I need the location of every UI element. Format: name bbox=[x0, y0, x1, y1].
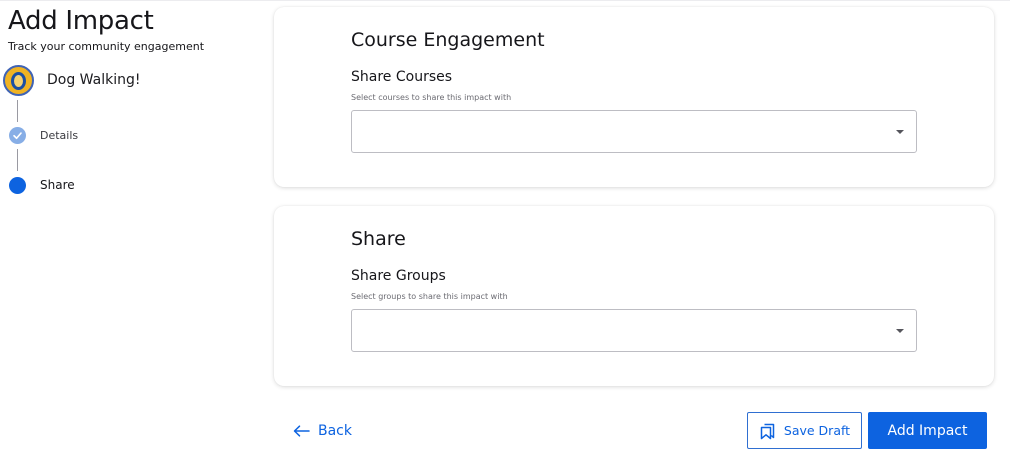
bookmarks-icon bbox=[760, 423, 775, 439]
arrow-left-icon bbox=[293, 425, 310, 437]
add-impact-button[interactable]: Add Impact bbox=[868, 412, 987, 449]
share-courses-help: Select courses to share this impact with bbox=[351, 93, 512, 102]
back-button[interactable]: Back bbox=[293, 420, 352, 442]
page-title: Add Impact bbox=[8, 6, 154, 36]
add-impact-label: Add Impact bbox=[887, 422, 968, 439]
share-groups-help: Select groups to share this impact with bbox=[351, 292, 508, 301]
step-share-label[interactable]: Share bbox=[40, 178, 75, 192]
check-icon bbox=[13, 132, 22, 140]
share-groups-select[interactable] bbox=[351, 309, 917, 352]
course-engagement-card: Course Engagement Share Courses Select c… bbox=[274, 7, 994, 187]
back-button-label: Back bbox=[318, 423, 352, 439]
share-courses-select[interactable] bbox=[351, 110, 917, 153]
page-subtitle: Track your community engagement bbox=[8, 40, 205, 53]
sidebar: Add Impact Track your community engageme… bbox=[0, 0, 260, 460]
share-groups-label: Share Groups bbox=[351, 268, 446, 284]
stepper-connector bbox=[17, 100, 18, 122]
project-logo bbox=[3, 65, 34, 96]
logo-ring-icon bbox=[11, 71, 26, 90]
dropdown-arrow-icon[interactable] bbox=[896, 329, 904, 333]
share-courses-label: Share Courses bbox=[351, 69, 453, 85]
step-share-active-icon[interactable] bbox=[9, 177, 26, 194]
save-draft-button[interactable]: Save Draft bbox=[747, 412, 862, 449]
course-engagement-title: Course Engagement bbox=[351, 29, 545, 51]
project-name: Dog Walking! bbox=[47, 72, 141, 88]
stepper-connector bbox=[17, 149, 18, 171]
save-draft-label: Save Draft bbox=[783, 423, 851, 438]
share-card: Share Share Groups Select groups to shar… bbox=[274, 206, 994, 386]
share-title: Share bbox=[351, 228, 406, 250]
step-details-label[interactable]: Details bbox=[40, 129, 78, 142]
step-details-complete-icon[interactable] bbox=[9, 127, 26, 144]
dropdown-arrow-icon[interactable] bbox=[896, 130, 904, 134]
